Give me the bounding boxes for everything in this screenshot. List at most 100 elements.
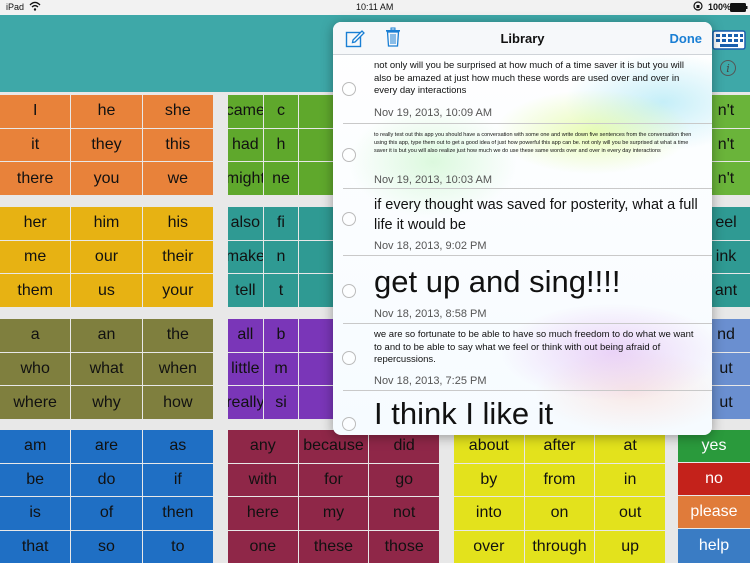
word-button[interactable]: that — [0, 530, 71, 563]
word-button[interactable]: she — [142, 95, 213, 128]
word-button[interactable]: for — [298, 463, 369, 496]
library-entry[interactable]: to really test out this app you should h… — [333, 123, 712, 189]
word-button[interactable]: I — [0, 95, 71, 128]
word-button[interactable]: n — [263, 240, 299, 274]
word-button[interactable]: us — [71, 274, 142, 307]
entry-select-radio[interactable] — [342, 212, 356, 226]
word-button[interactable]: please — [678, 496, 750, 528]
word-button[interactable] — [299, 240, 334, 274]
word-button[interactable]: out — [595, 497, 665, 530]
word-button[interactable]: when — [142, 352, 213, 386]
word-button[interactable]: little — [228, 352, 263, 386]
word-button[interactable]: up — [595, 530, 665, 563]
word-button[interactable]: there — [0, 162, 71, 195]
word-button[interactable]: her — [0, 207, 71, 240]
word-button[interactable]: tell — [228, 274, 263, 307]
word-button[interactable]: am — [0, 430, 71, 463]
word-button[interactable]: an — [71, 319, 142, 352]
entry-select-radio[interactable] — [342, 284, 356, 298]
word-button[interactable]: these — [298, 530, 369, 563]
word-button[interactable]: really — [228, 386, 263, 419]
word-button[interactable]: how — [142, 386, 213, 419]
word-button[interactable]: your — [142, 274, 213, 307]
word-button[interactable]: ne — [263, 162, 299, 195]
word-button[interactable]: our — [71, 240, 142, 274]
word-button[interactable]: no — [678, 463, 750, 495]
word-button[interactable] — [299, 128, 334, 162]
word-button[interactable]: any — [228, 430, 298, 463]
word-button[interactable]: what — [71, 352, 142, 386]
library-entry[interactable]: get up and sing!!!! Nov 18, 2013, 8:58 P… — [333, 255, 712, 325]
word-button[interactable]: who — [0, 352, 71, 386]
word-button[interactable]: of — [71, 497, 142, 530]
word-button[interactable]: he — [71, 95, 142, 128]
word-button[interactable]: those — [369, 530, 439, 563]
word-button[interactable] — [299, 386, 334, 419]
word-button[interactable]: here — [228, 497, 298, 530]
word-button[interactable]: with — [228, 463, 298, 496]
library-entry[interactable]: if every thought was saved for posterity… — [333, 188, 712, 258]
word-button[interactable]: into — [454, 497, 524, 530]
word-button[interactable]: over — [454, 530, 524, 563]
word-button[interactable]: the — [142, 319, 213, 352]
word-button[interactable]: make — [228, 240, 263, 274]
word-button[interactable]: is — [0, 497, 71, 530]
entry-select-radio[interactable] — [342, 82, 356, 96]
word-button[interactable] — [299, 274, 334, 307]
word-button[interactable]: them — [0, 274, 71, 307]
word-button[interactable]: through — [524, 530, 595, 563]
word-button[interactable]: him — [71, 207, 142, 240]
word-button[interactable]: from — [524, 463, 595, 496]
library-entry[interactable]: we are so fortunate to be able to have s… — [333, 323, 712, 391]
word-button[interactable]: b — [263, 319, 299, 352]
word-button[interactable]: his — [142, 207, 213, 240]
word-button[interactable]: in — [595, 463, 665, 496]
word-button[interactable]: not — [369, 497, 439, 530]
library-entry[interactable]: I think I like it — [333, 390, 712, 435]
word-button[interactable]: if — [142, 463, 213, 496]
word-button[interactable]: it — [0, 128, 71, 162]
word-button[interactable]: you — [71, 162, 142, 195]
word-button[interactable]: are — [71, 430, 142, 463]
done-button[interactable]: Done — [670, 31, 703, 46]
entry-select-radio[interactable] — [342, 417, 356, 431]
word-button[interactable]: this — [142, 128, 213, 162]
word-button[interactable]: came — [228, 95, 263, 128]
word-button[interactable]: t — [263, 274, 299, 307]
word-button[interactable]: all — [228, 319, 263, 352]
word-button[interactable]: so — [71, 530, 142, 563]
word-button[interactable]: m — [263, 352, 299, 386]
word-button[interactable]: where — [0, 386, 71, 419]
info-button[interactable]: i — [720, 60, 736, 76]
word-button[interactable]: one — [228, 530, 298, 563]
word-button[interactable]: help — [678, 529, 750, 563]
word-button[interactable]: fi — [263, 207, 299, 240]
word-button[interactable]: me — [0, 240, 71, 274]
word-button[interactable]: to — [142, 530, 213, 563]
word-button[interactable]: had — [228, 128, 263, 162]
word-button[interactable]: then — [142, 497, 213, 530]
word-button[interactable] — [299, 95, 334, 128]
word-button[interactable]: a — [0, 319, 71, 352]
word-button[interactable] — [299, 319, 334, 352]
keyboard-button[interactable] — [712, 29, 746, 51]
word-button[interactable]: be — [0, 463, 71, 496]
word-button[interactable]: we — [142, 162, 213, 195]
word-button[interactable]: go — [369, 463, 439, 496]
word-button[interactable]: why — [71, 386, 142, 419]
word-button[interactable] — [299, 207, 334, 240]
word-button[interactable]: might — [228, 162, 263, 195]
word-button[interactable] — [299, 162, 334, 195]
word-button[interactable]: as — [142, 430, 213, 463]
entry-select-radio[interactable] — [342, 351, 356, 365]
word-button[interactable] — [299, 352, 334, 386]
word-button[interactable]: do — [71, 463, 142, 496]
entry-select-radio[interactable] — [342, 148, 356, 162]
word-button[interactable]: h — [263, 128, 299, 162]
word-button[interactable]: their — [142, 240, 213, 274]
word-button[interactable]: si — [263, 386, 299, 419]
word-button[interactable]: they — [71, 128, 142, 162]
word-button[interactable]: c — [263, 95, 299, 128]
word-button[interactable]: by — [454, 463, 524, 496]
word-button[interactable]: also — [228, 207, 263, 240]
